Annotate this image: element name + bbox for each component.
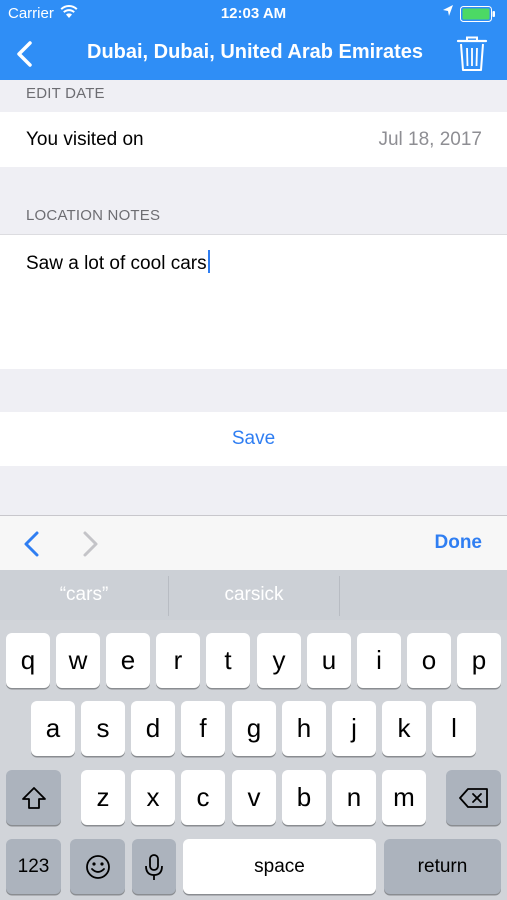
battery-icon [460, 6, 495, 22]
next-field-icon [83, 531, 98, 557]
backspace-key[interactable] [446, 770, 501, 825]
visit-date-label: You visited on [26, 129, 144, 150]
previous-field-icon[interactable] [20, 530, 46, 558]
keyboard: “cars” carsick q w e r t y u i o p a s d… [0, 570, 507, 900]
suggestion-1[interactable]: “cars” [0, 570, 168, 620]
key-v[interactable]: v [232, 770, 276, 825]
key-x[interactable]: x [131, 770, 175, 825]
key-r[interactable]: r [156, 633, 200, 688]
navigation-bar: Carrier 12:03 AM Dubai, Dubai, United Ar… [0, 0, 507, 80]
key-n[interactable]: n [332, 770, 376, 825]
key-s[interactable]: s [81, 701, 125, 756]
key-t[interactable]: t [206, 633, 250, 688]
nav-bar: Dubai, Dubai, United Arab Emirates [0, 28, 507, 80]
location-notes-header: LOCATION NOTES [26, 207, 161, 224]
key-j[interactable]: j [332, 701, 376, 756]
location-notes-field[interactable]: Saw a lot of cool cars [0, 234, 507, 369]
key-b[interactable]: b [282, 770, 326, 825]
edit-date-header: EDIT DATE [26, 85, 105, 102]
key-o[interactable]: o [407, 633, 451, 688]
key-a[interactable]: a [31, 701, 75, 756]
emoji-icon [85, 854, 110, 879]
keyboard-toolbar: Done [0, 515, 507, 570]
shift-icon [21, 786, 46, 809]
key-h[interactable]: h [282, 701, 326, 756]
status-bar: Carrier 12:03 AM [0, 0, 507, 28]
key-u[interactable]: u [307, 633, 351, 688]
location-arrow-icon [443, 5, 453, 16]
return-key[interactable]: return [384, 839, 501, 894]
key-m[interactable]: m [382, 770, 426, 825]
suggestion-2[interactable]: carsick [169, 570, 339, 620]
key-k[interactable]: k [382, 701, 426, 756]
chevron-left-icon[interactable] [8, 36, 44, 72]
key-z[interactable]: z [81, 770, 125, 825]
key-d[interactable]: d [131, 701, 175, 756]
text-caret [207, 250, 210, 273]
page-title: Dubai, Dubai, United Arab Emirates [87, 41, 423, 63]
visit-date-value: Jul 18, 2017 [378, 129, 482, 150]
microphone-icon [145, 853, 163, 880]
key-i[interactable]: i [357, 633, 401, 688]
suggestion-3[interactable] [340, 570, 507, 620]
key-l[interactable]: l [432, 701, 476, 756]
status-time: 12:03 AM [220, 5, 287, 22]
key-w[interactable]: w [56, 633, 100, 688]
notes-content: Saw a lot of cool cars [26, 250, 210, 275]
notes-text: Saw a lot of cool cars [26, 253, 207, 274]
visit-date-row[interactable]: You visited on Jul 18, 2017 [0, 112, 507, 167]
key-y[interactable]: y [257, 633, 301, 688]
key-g[interactable]: g [232, 701, 276, 756]
key-e[interactable]: e [106, 633, 150, 688]
key-c[interactable]: c [181, 770, 225, 825]
key-f[interactable]: f [181, 701, 225, 756]
save-button[interactable]: Save [0, 428, 507, 450]
shift-key[interactable] [6, 770, 61, 825]
key-p[interactable]: p [457, 633, 501, 688]
dictation-key[interactable] [132, 839, 176, 894]
trash-icon[interactable] [455, 35, 489, 73]
suggestion-bar: “cars” carsick [0, 570, 507, 620]
backspace-icon [458, 787, 488, 808]
space-key[interactable]: space [183, 839, 376, 894]
key-q[interactable]: q [6, 633, 50, 688]
numbers-key[interactable]: 123 [6, 839, 61, 894]
emoji-key[interactable] [70, 839, 125, 894]
done-button[interactable]: Done [435, 532, 483, 554]
save-row: Save [0, 412, 507, 466]
